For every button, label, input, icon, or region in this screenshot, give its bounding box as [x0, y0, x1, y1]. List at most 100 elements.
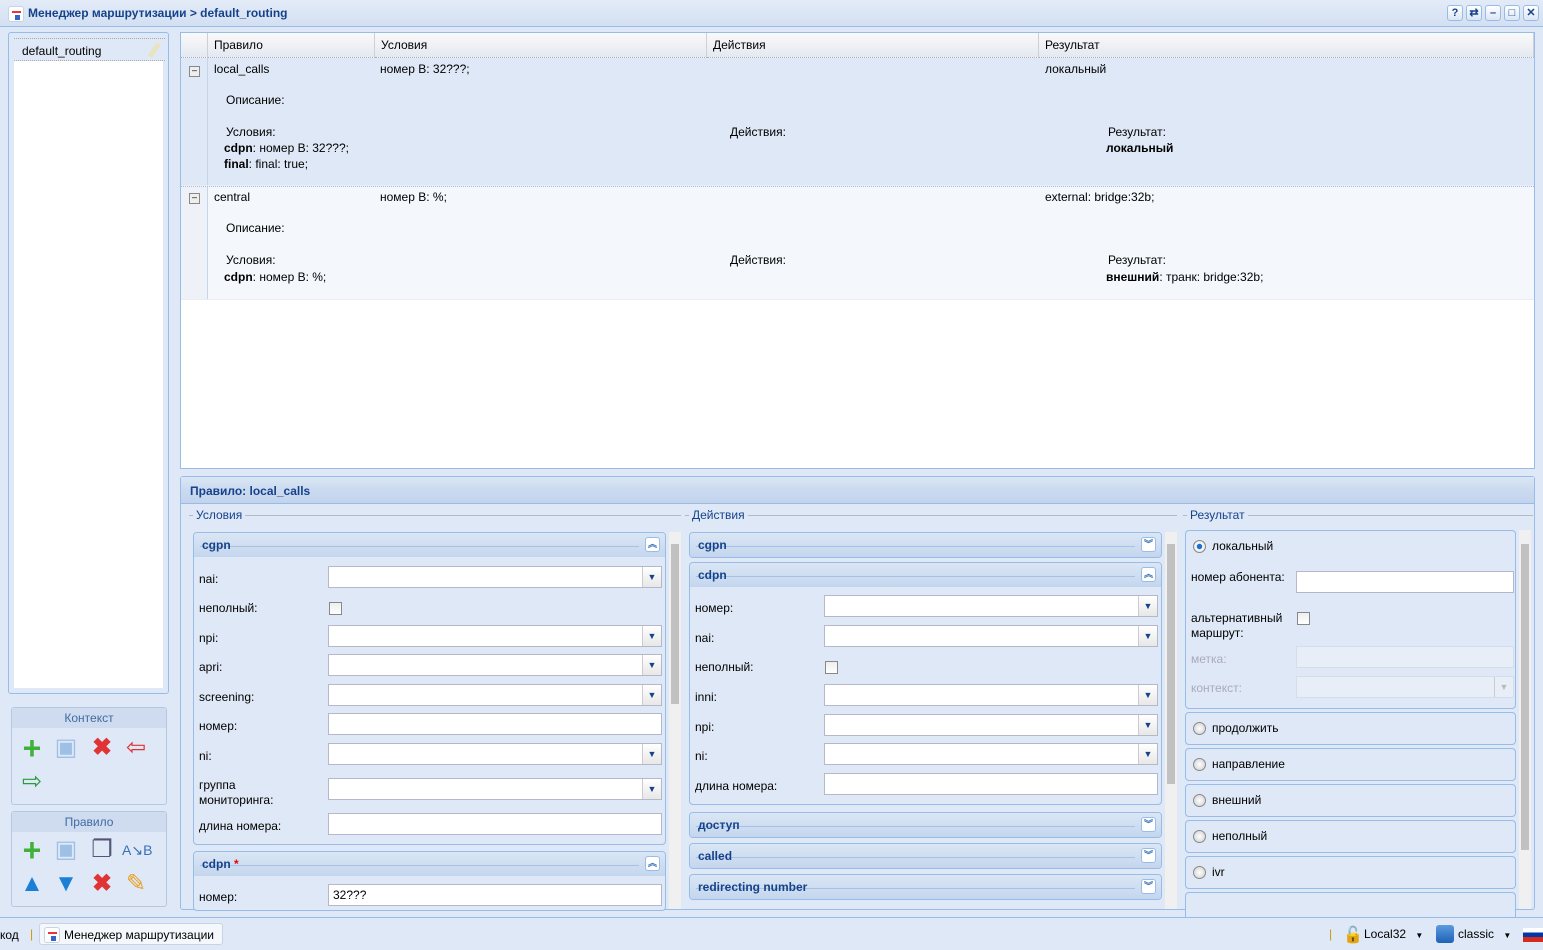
rename-rule-icon[interactable]: A↘B: [122, 836, 152, 864]
context-label: контекст:: [1191, 681, 1242, 695]
help-button[interactable]: ?: [1447, 5, 1463, 21]
table-row[interactable]: – local_calls номер B: 32???; локальный …: [181, 58, 1534, 186]
context-item[interactable]: default_routing: [14, 38, 165, 61]
radio[interactable]: [1193, 722, 1206, 735]
chevron-down-icon[interactable]: ▼: [642, 685, 661, 705]
cgpn-action-panel[interactable]: cgpn ︾: [689, 532, 1162, 558]
save-rule-icon[interactable]: ▣: [52, 836, 80, 864]
collapse-row-icon[interactable]: –: [189, 193, 200, 204]
move-up-icon[interactable]: ▲: [18, 870, 46, 898]
table-row[interactable]: – central номер B: %; external: bridge:3…: [181, 186, 1534, 300]
copy-rule-icon[interactable]: ❐: [88, 836, 116, 864]
cgpn-monitoring-group-select[interactable]: ▼: [328, 778, 662, 800]
cdpn-action-panel: cdpn ︽ номер: ▼ nai: ▼ неполный: inni: ▼ …: [689, 562, 1162, 805]
chevron-down-icon[interactable]: ▼: [1138, 596, 1157, 616]
expand-icon[interactable]: ︾: [1141, 848, 1156, 863]
taskbar-routing-manager[interactable]: Менеджер маршрутизации: [39, 923, 223, 945]
rule-name: central: [214, 190, 251, 204]
collapse-row-icon[interactable]: –: [189, 66, 200, 77]
access-action-panel[interactable]: доступ ︾: [689, 812, 1162, 838]
collapse-icon[interactable]: ︽: [1141, 567, 1156, 582]
chevron-down-icon[interactable]: ▼: [642, 655, 661, 675]
cdpn-number-input[interactable]: 32???: [328, 884, 662, 906]
cdpn-number-length-input[interactable]: [824, 773, 1158, 795]
expand-icon[interactable]: ︾: [1141, 879, 1156, 894]
move-down-icon[interactable]: ▼: [52, 870, 80, 898]
cgpn-nai-select[interactable]: ▼: [328, 566, 662, 588]
actions-scrollbar[interactable]: [1165, 532, 1177, 909]
radio[interactable]: [1193, 794, 1206, 807]
alt-route-checkbox[interactable]: [1297, 612, 1310, 625]
import-context-icon[interactable]: ⇦: [122, 734, 150, 762]
column-header-conditions[interactable]: Условия: [375, 33, 707, 58]
cgpn-npi-select[interactable]: ▼: [328, 625, 662, 647]
chevron-down-icon[interactable]: ▼: [642, 567, 661, 587]
cdpn-condition-panel: cdpn * ︽ номер: 32???: [193, 851, 666, 911]
delete-context-icon[interactable]: ✖: [88, 734, 116, 762]
chevron-down-icon[interactable]: ▼: [642, 779, 661, 799]
result-option-external[interactable]: внешний: [1185, 784, 1516, 817]
cdpn-incomplete-checkbox[interactable]: [825, 661, 838, 674]
theme-label: classic: [1458, 927, 1495, 941]
edit-rule-pencil-icon[interactable]: ✎: [122, 870, 150, 898]
chevron-down-icon[interactable]: ▼: [1138, 744, 1157, 764]
cgpn-ni-select[interactable]: ▼: [328, 743, 662, 765]
tag-input: [1296, 646, 1514, 668]
chevron-down-icon[interactable]: ▼: [642, 744, 661, 764]
add-rule-icon[interactable]: +: [18, 834, 46, 866]
number-label: номер:: [695, 601, 734, 615]
expand-icon[interactable]: ︾: [1141, 537, 1156, 552]
chevron-down-icon[interactable]: ▼: [1138, 715, 1157, 735]
delete-rule-icon[interactable]: ✖: [88, 870, 116, 898]
column-header-rule[interactable]: Правило: [208, 33, 375, 58]
collapse-icon[interactable]: ︽: [645, 537, 660, 552]
expand-icon[interactable]: ︾: [1141, 817, 1156, 832]
result-scrollbar[interactable]: [1519, 530, 1531, 909]
separator: |: [30, 927, 34, 941]
called-action-panel[interactable]: called ︾: [689, 843, 1162, 869]
rule-result: локальный: [1045, 62, 1107, 76]
tag-label: метка:: [1191, 652, 1227, 666]
conditions-scrollbar[interactable]: [669, 532, 681, 909]
result-local-radio[interactable]: [1193, 540, 1206, 553]
result-option-continue[interactable]: продолжить: [1185, 712, 1516, 745]
cdpn-nai-select[interactable]: ▼: [824, 625, 1158, 647]
save-context-icon[interactable]: ▣: [52, 734, 80, 762]
maximize-button[interactable]: □: [1504, 5, 1520, 21]
export-context-icon[interactable]: ⇨: [18, 768, 46, 796]
column-header-actions[interactable]: Действия: [707, 33, 1039, 58]
russian-flag-icon[interactable]: [1523, 928, 1543, 942]
cgpn-incomplete-checkbox[interactable]: [329, 602, 342, 615]
screening-label: screening:: [199, 690, 255, 704]
inni-label: inni:: [695, 690, 718, 704]
chevron-down-icon[interactable]: ▼: [1138, 685, 1157, 705]
collapse-icon[interactable]: ︽: [645, 856, 660, 871]
radio[interactable]: [1193, 866, 1206, 879]
theme-menu[interactable]: classic ▼: [1458, 927, 1511, 941]
chevron-down-icon[interactable]: ▼: [1138, 626, 1157, 646]
subscriber-number-input[interactable]: [1296, 571, 1514, 593]
cgpn-number-input[interactable]: [328, 713, 662, 735]
cdpn-number-select[interactable]: ▼: [824, 595, 1158, 617]
cdpn-ni-select[interactable]: ▼: [824, 743, 1158, 765]
column-header-result[interactable]: Результат: [1039, 33, 1534, 58]
cdpn-npi-select[interactable]: ▼: [824, 714, 1158, 736]
radio[interactable]: [1193, 830, 1206, 843]
minimize-button[interactable]: –: [1485, 5, 1501, 21]
edit-pencil-icon[interactable]: [147, 42, 162, 58]
add-context-icon[interactable]: +: [18, 732, 46, 764]
cgpn-apri-select[interactable]: ▼: [328, 654, 662, 676]
redirecting-number-action-panel[interactable]: redirecting number ︾: [689, 874, 1162, 900]
radio[interactable]: [1193, 758, 1206, 771]
result-option-incomplete[interactable]: неполный: [1185, 820, 1516, 853]
result-option-ivr[interactable]: ivr: [1185, 856, 1516, 889]
chevron-down-icon[interactable]: ▼: [642, 626, 661, 646]
cdpn-inni-select[interactable]: ▼: [824, 684, 1158, 706]
cgpn-number-length-input[interactable]: [328, 813, 662, 835]
incomplete-label: неполный:: [199, 601, 258, 615]
cgpn-screening-select[interactable]: ▼: [328, 684, 662, 706]
result-option-direction[interactable]: направление: [1185, 748, 1516, 781]
refresh-button[interactable]: ⇄: [1466, 5, 1482, 21]
close-button[interactable]: ✕: [1523, 5, 1539, 21]
user-menu[interactable]: Local32 ▼: [1364, 927, 1423, 941]
